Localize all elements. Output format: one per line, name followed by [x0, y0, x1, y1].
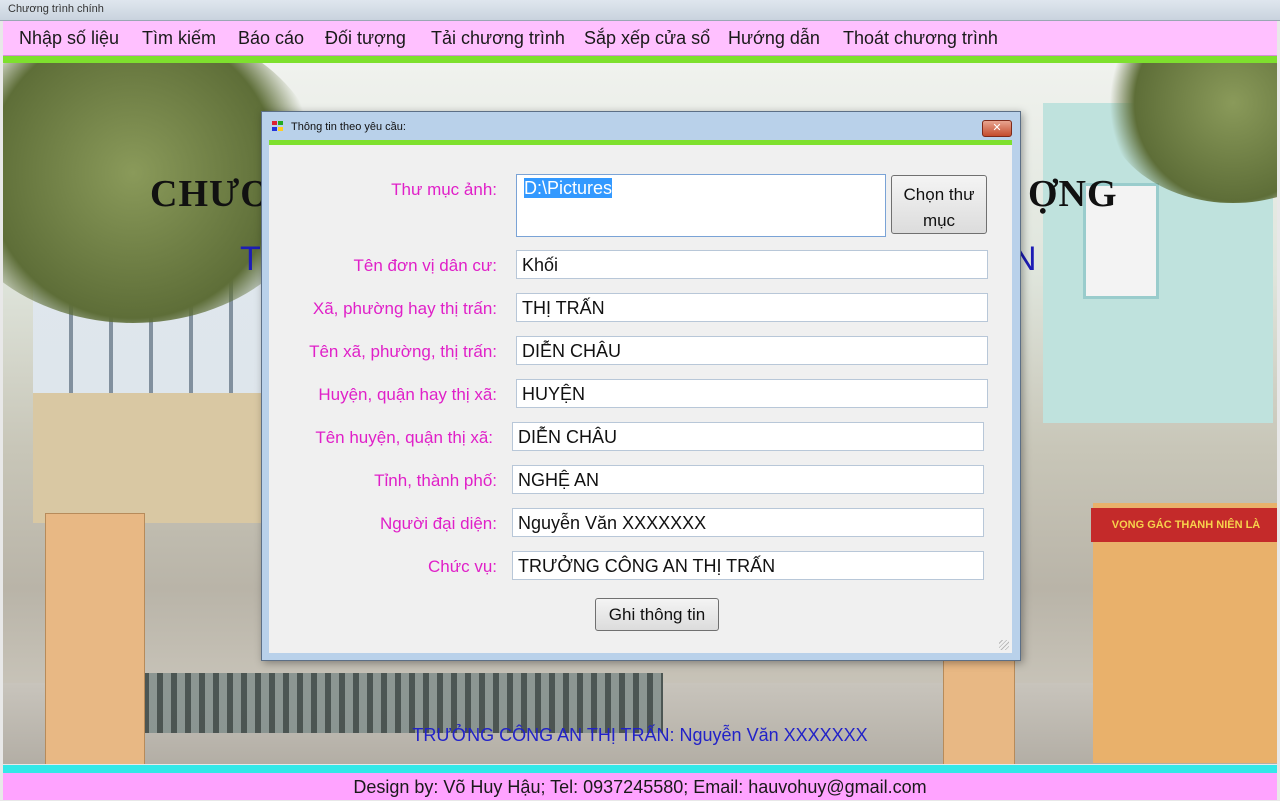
save-button[interactable]: Ghi thông tin	[595, 598, 719, 631]
background-title-right: ỢNG	[1028, 173, 1118, 215]
province-label: Tỉnh, thành phố:	[374, 471, 497, 490]
position-label: Chức vụ:	[427, 557, 497, 576]
menu-item-tim-kiem[interactable]: Tìm kiếm	[142, 28, 216, 49]
form-icon	[272, 121, 284, 132]
gate	[143, 673, 663, 733]
folder-label: Thư mục ảnh:	[391, 180, 497, 199]
window-titlebar: Chương trình chính	[0, 0, 1280, 21]
folder-path-field[interactable]: D:\Pictures	[516, 174, 886, 237]
official-line: TRƯỞNG CÔNG AN THỊ TRẤN: Nguyễn Văn XXXX…	[412, 725, 868, 745]
ward-type-field[interactable]: THỊ TRẤN	[516, 293, 988, 322]
folder-path-value: D:\Pictures	[524, 178, 613, 198]
dialog-titlebar[interactable]: Thông tin theo yêu cầu: ✕	[262, 112, 1020, 140]
menu-item-bao-cao[interactable]: Báo cáo	[238, 28, 304, 49]
position-field[interactable]: TRƯỞNG CÔNG AN THỊ TRẤN	[512, 551, 984, 580]
main-menubar: Nhập số liệu Tìm kiếm Báo cáo Đối tượng …	[3, 21, 1277, 56]
background-title-left: CHƯƠ	[150, 173, 271, 215]
unit-label: Tên đơn vị dân cư:	[353, 256, 498, 275]
district-name-label: Tên huyện, quận thị xã:	[315, 428, 493, 447]
guardhouse-sign: VỌNG GÁC THANH NIÊN LÀ	[1091, 508, 1277, 542]
menu-item-huong-dan[interactable]: Hướng dẫn	[728, 28, 820, 49]
ward-name-field[interactable]: DIỄN CHÂU	[516, 336, 988, 365]
district-name-field[interactable]: DIỄN CHÂU	[512, 422, 984, 451]
representative-field[interactable]: Nguyễn Văn XXXXXXX	[512, 508, 984, 537]
design-footer: Design by: Võ Huy Hậu; Tel: 0937245580; …	[3, 773, 1277, 800]
ward-type-label: Xã, phường hay thị trấn:	[312, 299, 497, 318]
district-type-field[interactable]: HUYỆN	[516, 379, 988, 408]
choose-folder-label-2: mục	[922, 211, 956, 230]
close-icon[interactable]: ✕	[982, 120, 1012, 137]
footer-divider	[3, 765, 1277, 773]
choose-folder-button[interactable]: Chọn thư mục	[891, 175, 987, 234]
menu-item-nhap-so-lieu[interactable]: Nhập số liệu	[19, 28, 119, 49]
dialog-body: Thư mục ảnh: D:\Pictures Chọn thư mục Tê…	[269, 145, 1012, 653]
ward-name-label: Tên xã, phường, thị trấn:	[309, 342, 497, 361]
district-type-label: Huyện, quận hay thị xã:	[318, 385, 497, 404]
menu-item-doi-tuong[interactable]: Đối tượng	[325, 28, 406, 49]
design-footer-text: Design by: Võ Huy Hậu; Tel: 0937245580; …	[353, 777, 927, 797]
representative-label: Người đại diện:	[379, 514, 497, 533]
menu-item-thoat-chuong-trinh[interactable]: Thoát chương trình	[843, 28, 998, 49]
window-title: Chương trình chính	[8, 3, 104, 15]
dialog-title: Thông tin theo yêu cầu:	[291, 121, 406, 133]
menu-item-sap-xep-cua-so[interactable]: Sắp xếp cửa sổ	[584, 28, 710, 49]
province-field[interactable]: NGHỆ AN	[512, 465, 984, 494]
choose-folder-label-1: Chọn thư	[903, 185, 975, 204]
menu-divider	[3, 56, 1277, 63]
unit-field[interactable]: Khối	[516, 250, 988, 279]
guardhouse	[1093, 503, 1277, 763]
menu-item-tai-chuong-trinh[interactable]: Tải chương trình	[431, 28, 565, 49]
background-subtitle-left: T	[240, 240, 261, 278]
resize-grip-icon[interactable]	[999, 640, 1009, 650]
info-dialog: Thông tin theo yêu cầu: ✕ Thư mục ảnh: D…	[261, 111, 1021, 661]
